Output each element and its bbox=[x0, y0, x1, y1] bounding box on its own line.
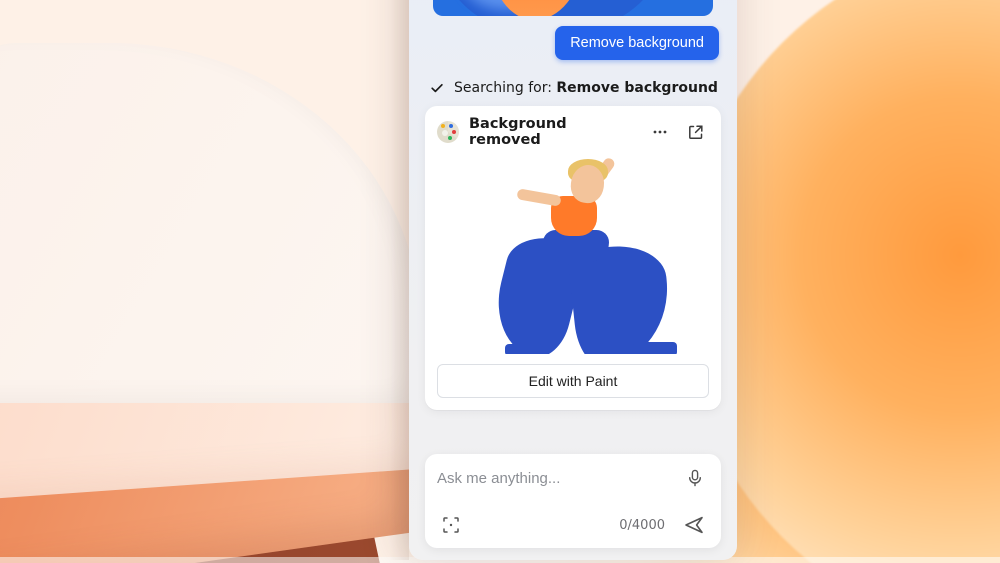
char-counter: 0/4000 bbox=[619, 518, 665, 533]
wallpaper-shape bbox=[0, 43, 420, 403]
edit-with-paint-button[interactable]: Edit with Paint bbox=[437, 364, 709, 398]
scan-icon bbox=[441, 515, 461, 535]
result-card: Background removed bbox=[425, 106, 721, 410]
result-image[interactable] bbox=[451, 158, 695, 354]
scan-image-button[interactable] bbox=[437, 511, 465, 539]
status-text: Searching for: Remove background bbox=[454, 80, 718, 96]
paint-app-icon bbox=[437, 121, 459, 143]
prompt-input-card: 0/4000 bbox=[425, 454, 721, 548]
check-icon bbox=[429, 80, 445, 96]
card-title: Background removed bbox=[469, 116, 637, 148]
user-image-thumbnail[interactable] bbox=[433, 0, 713, 16]
voice-input-button[interactable] bbox=[681, 464, 709, 492]
external-link-icon bbox=[687, 123, 705, 141]
prompt-input[interactable] bbox=[437, 470, 681, 487]
status-row: Searching for: Remove background bbox=[429, 80, 719, 96]
more-options-button[interactable] bbox=[647, 119, 673, 145]
more-icon bbox=[651, 123, 669, 141]
send-button[interactable] bbox=[679, 510, 709, 540]
remove-background-chip[interactable]: Remove background bbox=[555, 26, 719, 60]
open-external-button[interactable] bbox=[683, 119, 709, 145]
send-icon bbox=[683, 514, 705, 536]
microphone-icon bbox=[685, 468, 705, 488]
copilot-panel: Remove background Searching for: Remove … bbox=[409, 0, 737, 560]
